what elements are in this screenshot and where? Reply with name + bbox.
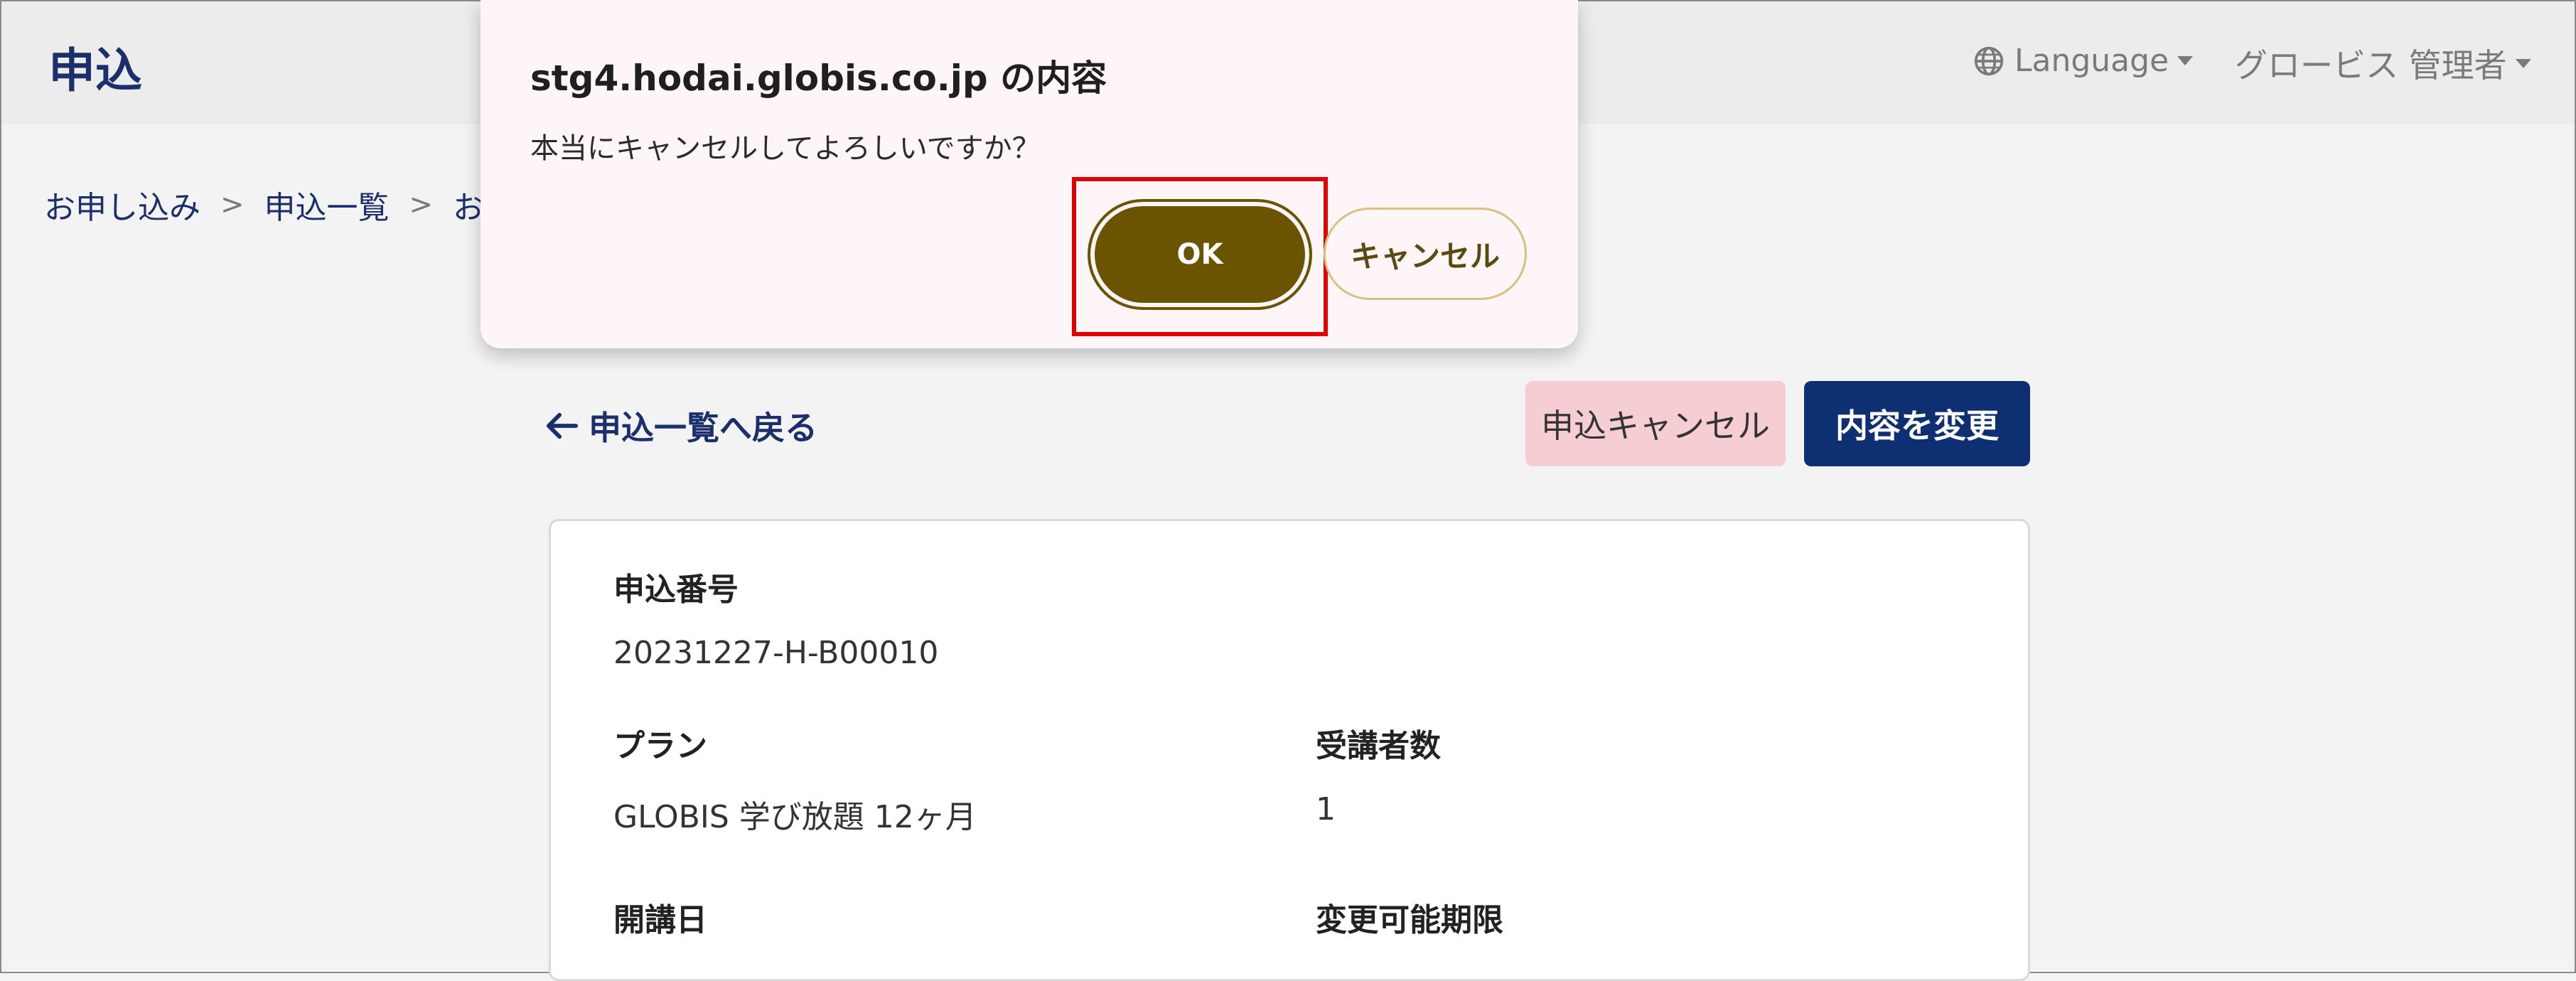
- breadcrumb: お申し込み > 申込一覧 > お: [44, 182, 484, 227]
- start-date-label: 開講日: [613, 902, 707, 938]
- change-deadline-label: 変更可能期限: [1316, 902, 1503, 938]
- page-title: 申込: [48, 43, 142, 98]
- breadcrumb-item-current: お: [453, 190, 485, 226]
- application-detail-card: 申込番号 20231227-H-B00010 プラン GLOBIS 学び放題 1…: [549, 519, 2030, 981]
- ok-button[interactable]: OK: [1088, 199, 1312, 310]
- breadcrumb-item-application-list[interactable]: 申込一覧: [264, 182, 390, 227]
- change-content-button[interactable]: 内容を変更: [1804, 381, 2030, 466]
- chevron-down-icon: [2515, 58, 2531, 68]
- application-number-label: 申込番号: [613, 572, 739, 608]
- plan-label: プラン: [613, 728, 707, 764]
- back-link-label: 申込一覧へ戻る: [589, 409, 817, 447]
- language-label: Language: [2014, 43, 2169, 79]
- user-menu[interactable]: グロービス 管理者: [2235, 40, 2531, 87]
- dialog-cancel-button[interactable]: キャンセル: [1324, 208, 1527, 300]
- chevron-down-icon: [2177, 56, 2194, 65]
- participants-value: 1: [1316, 791, 1336, 827]
- dialog-title: stg4.hodai.globis.co.jp の内容: [530, 58, 1107, 99]
- breadcrumb-separator-icon: >: [409, 188, 434, 221]
- arrow-left-icon: [546, 412, 579, 439]
- participants-label: 受講者数: [1316, 728, 1441, 764]
- user-name: グロービス 管理者: [2235, 46, 2507, 85]
- cancel-application-button[interactable]: 申込キャンセル: [1525, 381, 1786, 466]
- dialog-message: 本当にキャンセルしてよろしいですか？: [530, 132, 1041, 165]
- globe-icon: [1974, 46, 2004, 75]
- application-number-value: 20231227-H-B00010: [613, 635, 939, 671]
- plan-value: GLOBIS 学び放題 12ヶ月: [613, 799, 977, 835]
- back-to-list-link[interactable]: 申込一覧へ戻る: [546, 402, 817, 449]
- breadcrumb-separator-icon: >: [220, 188, 245, 221]
- breadcrumb-item-applications[interactable]: お申し込み: [44, 182, 200, 227]
- language-menu[interactable]: Language: [1973, 43, 2194, 79]
